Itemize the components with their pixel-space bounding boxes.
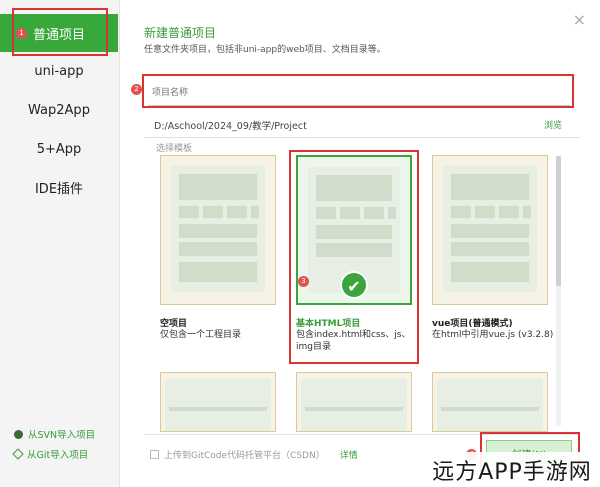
project-path[interactable]: D:/Aschool/2024_09/教学/Project — [154, 118, 307, 132]
dialog-subtitle: 任意文件夹项目，包括非uni-app的web项目、文档目录等。 — [144, 45, 386, 55]
close-icon[interactable]: × — [573, 10, 586, 29]
template-title: vue项目(普通模式) — [432, 319, 513, 329]
callout-box-2 — [142, 74, 574, 108]
sidebar-item-5plus-app[interactable]: 5+App — [0, 130, 118, 168]
template-card-row2-3[interactable] — [432, 372, 548, 432]
template-legend: 选择模板 — [156, 144, 193, 154]
detail-link[interactable]: 详情 — [340, 448, 358, 461]
sidebar-item-label: uni-app — [34, 63, 84, 79]
sidebar-item-wap2app[interactable]: Wap2App — [0, 91, 118, 129]
sidebar-item-ide-plugin[interactable]: IDE插件 — [0, 168, 118, 206]
upload-checkbox[interactable] — [150, 450, 159, 459]
import-svn-label: 从SVN导入项目 — [28, 430, 96, 441]
sidebar-item-label: Wap2App — [28, 102, 90, 118]
template-desc: 仅包含一个工程目录 — [160, 330, 242, 340]
browse-link[interactable]: 浏览 — [544, 118, 562, 131]
template-preview — [443, 166, 537, 292]
template-card-row2-1[interactable] — [160, 372, 276, 432]
scroll-thumb[interactable] — [556, 156, 561, 286]
callout-badge-1: 1 — [16, 28, 27, 39]
watermark: 远方APP手游网 — [424, 452, 600, 487]
template-preview — [171, 166, 265, 292]
template-scrollbar[interactable] — [556, 156, 561, 426]
callout-box-3 — [289, 150, 419, 364]
svn-icon — [14, 429, 23, 439]
dialog-title: 新建普通项目 — [144, 26, 217, 40]
sidebar-item-label: 5+App — [36, 141, 82, 157]
git-icon — [12, 448, 24, 460]
template-desc: 在html中引用vue.js (v3.2.8) — [432, 330, 554, 340]
upload-option[interactable]: 上传到GitCode代码托管平台（CSDN） 详情 — [150, 448, 358, 461]
template-title: 空项目 — [160, 319, 188, 329]
callout-badge-3: 3 — [298, 276, 309, 287]
upload-label: 上传到GitCode代码托管平台（CSDN） — [164, 451, 325, 461]
import-git-label: 从Git导入项目 — [27, 450, 89, 461]
import-svn-link[interactable]: 从SVN导入项目 — [14, 427, 95, 441]
callout-badge-2: 2 — [131, 84, 142, 95]
template-card-empty[interactable] — [160, 155, 276, 305]
template-card-vue[interactable] — [432, 155, 548, 305]
sidebar: 普通项目 uni-app Wap2App 5+App IDE插件 从SVN导入项… — [0, 0, 120, 487]
sidebar-item-uni-app[interactable]: uni-app — [0, 52, 118, 90]
template-card-row2-2[interactable] — [296, 372, 412, 432]
sidebar-item-label: IDE插件 — [34, 181, 84, 197]
import-git-link[interactable]: 从Git导入项目 — [12, 447, 89, 461]
